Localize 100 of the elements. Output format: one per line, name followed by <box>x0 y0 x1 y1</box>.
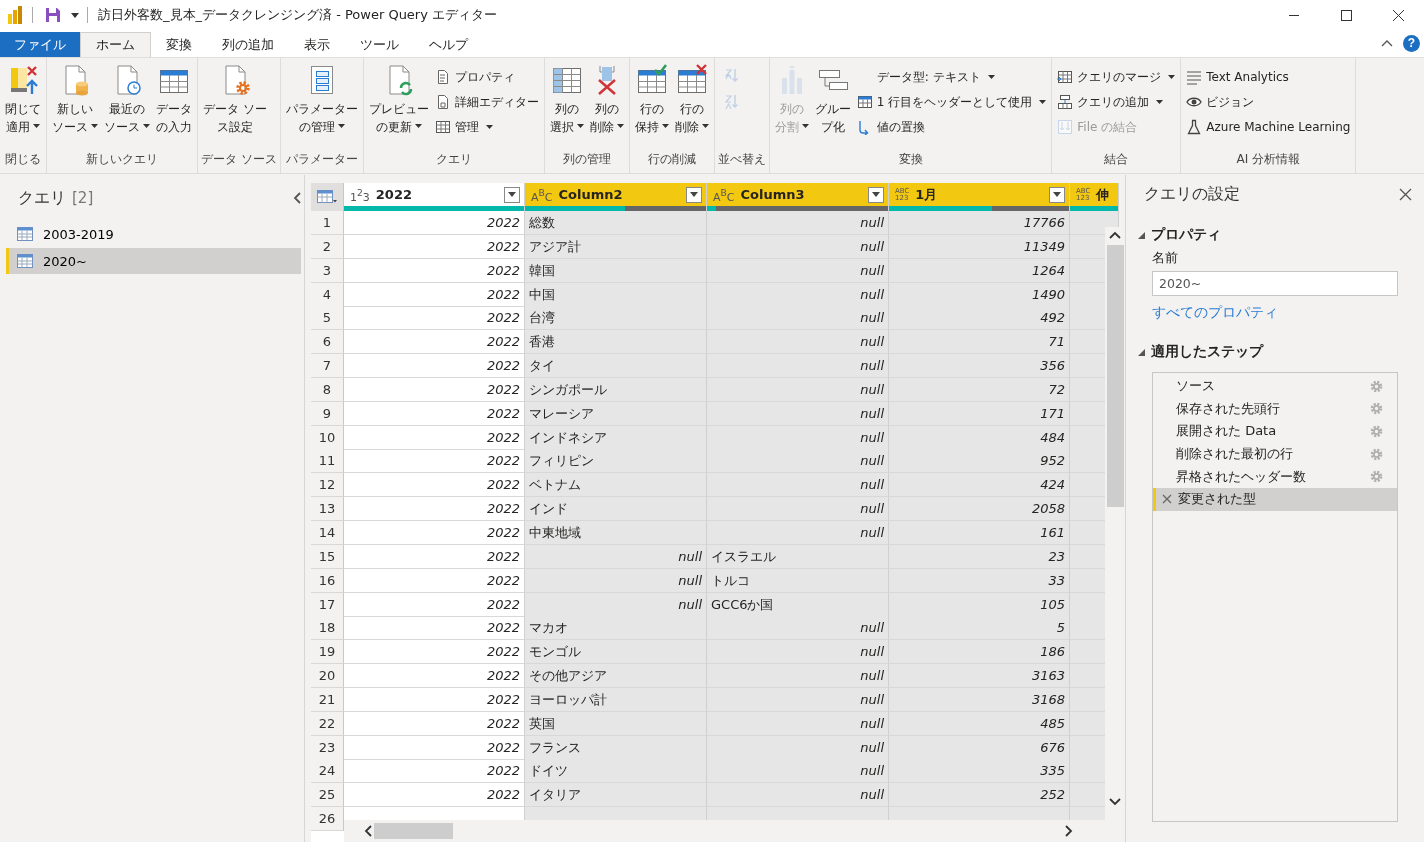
table-cell: 台湾 <box>525 306 707 331</box>
scroll-right-icon[interactable] <box>1065 825 1073 837</box>
filter-button[interactable] <box>686 186 702 203</box>
ribbon-button[interactable]: 詳細エディター <box>432 91 541 113</box>
applied-step[interactable]: 削除された最初の行 <box>1153 442 1397 466</box>
table-icon <box>17 227 33 241</box>
ribbon-button[interactable]: プレビュー の更新 <box>366 62 431 138</box>
table-cell: 485 <box>889 711 1070 736</box>
query-item[interactable]: 2003-2019 <box>6 221 301 247</box>
table-cell: 2058 <box>889 497 1070 522</box>
table-cell: 5 <box>889 616 1070 641</box>
all-properties-link[interactable]: すべてのプロパティ <box>1152 304 1278 322</box>
row-number: 8 <box>311 377 344 402</box>
group-label: 並べ替え <box>717 151 766 168</box>
ribbon-tab[interactable]: ファイル <box>0 32 80 57</box>
scroll-up-icon[interactable] <box>1109 231 1121 239</box>
ribbon-tab[interactable]: 列の追加 <box>207 32 289 57</box>
table-cell: 英国 <box>525 711 707 736</box>
ribbon-button[interactable]: Text Analytics <box>1184 66 1353 88</box>
ribbon-button[interactable]: プロパティ <box>432 66 541 88</box>
group-label: パラメーター <box>284 151 359 168</box>
expanded-triangle-icon[interactable] <box>1138 231 1145 239</box>
row-number: 11 <box>311 449 344 474</box>
remove-rows-table-icon <box>675 64 708 96</box>
ribbon-button[interactable]: 管理 <box>432 116 541 138</box>
ribbon-tab[interactable]: ヘルプ <box>414 32 483 57</box>
save-icon[interactable] <box>45 7 61 23</box>
ribbon-button[interactable]: 列の 選択 <box>547 62 586 138</box>
step-label: 削除された最初の行 <box>1175 445 1294 464</box>
applied-step[interactable]: 保存された先頭行 <box>1153 397 1397 421</box>
column-header[interactable]: 1$^{2}$3 2022 <box>344 183 525 211</box>
applied-step[interactable]: ソース <box>1153 375 1397 398</box>
row-number: 22 <box>311 711 344 736</box>
row-number: 9 <box>311 401 344 426</box>
table-cell: 1264 <box>889 258 1070 283</box>
table-cell: フィリピン <box>525 449 707 474</box>
ribbon-tab[interactable]: ツール <box>345 32 414 57</box>
table-cell: 335 <box>889 759 1070 784</box>
table-cell: 424 <box>889 473 1070 498</box>
ribbon-button[interactable]: データ の入力 <box>154 62 194 138</box>
filter-button[interactable] <box>1049 186 1065 203</box>
collapse-pane-icon[interactable] <box>293 192 301 204</box>
scrollbar-thumb[interactable] <box>374 823 453 839</box>
combine-files-icon <box>1057 119 1074 135</box>
ribbon-button[interactable]: ビジョン <box>1184 91 1353 113</box>
scroll-left-icon[interactable] <box>364 825 372 837</box>
applied-step[interactable]: 展開された Data <box>1153 420 1397 443</box>
table-cell: インド <box>525 497 707 522</box>
ribbon-button[interactable]: 行の 削除 <box>672 62 711 138</box>
group-label: AI 分析情報 <box>1235 151 1302 168</box>
table-cell: 676 <box>889 735 1070 760</box>
ribbon-button[interactable]: 最近の ソース <box>102 62 152 138</box>
group-label: 列の管理 <box>561 151 612 168</box>
filter-button[interactable] <box>504 186 520 203</box>
table-cell: null <box>707 640 889 665</box>
row-number: 2 <box>311 234 344 259</box>
ribbon-button[interactable]: 閉じて 適用 <box>3 62 43 138</box>
row-number: 16 <box>311 568 344 593</box>
ribbon-button[interactable]: 値の置換 <box>854 116 1049 138</box>
scrollbar-thumb[interactable] <box>1106 245 1124 507</box>
delete-icon[interactable] <box>1162 494 1172 505</box>
table-cell: フランス <box>525 735 707 760</box>
table-menu-button[interactable] <box>311 183 344 211</box>
ribbon-tab[interactable]: 表示 <box>289 32 345 57</box>
table-cell: null <box>707 759 889 784</box>
column-header[interactable]: A$^{B}$C Column3 <box>707 183 889 211</box>
ribbon-button[interactable]: クエリのマージ <box>1055 66 1178 88</box>
caret-icon[interactable] <box>71 12 79 18</box>
maximize-icon[interactable] <box>1340 9 1352 21</box>
ribbon-button[interactable]: Azure Machine Learning <box>1184 116 1353 138</box>
ribbon-button[interactable]: クエリの追加 <box>1055 91 1178 113</box>
expanded-triangle-icon[interactable] <box>1138 348 1145 356</box>
table-cell: 72 <box>889 377 1070 402</box>
scroll-down-icon[interactable] <box>1109 798 1121 806</box>
ribbon-button[interactable]: グルー プ化 <box>812 62 853 138</box>
table-cell: null <box>707 330 889 355</box>
query-item[interactable]: 2020~ <box>6 248 301 274</box>
ribbon-button[interactable]: データ型: テキスト <box>854 66 1049 88</box>
close-icon[interactable] <box>1392 9 1404 21</box>
table-cell: 952 <box>889 449 1070 474</box>
ribbon-button[interactable]: 1 行目をヘッダーとして使用 <box>854 91 1049 113</box>
applied-step[interactable]: 変更された型 <box>1153 487 1397 511</box>
filter-button[interactable] <box>868 186 884 203</box>
ribbon-button[interactable]: パラメーター の管理 <box>283 62 360 138</box>
ribbon-button[interactable]: 行の 保持 <box>632 62 671 138</box>
ribbon-button[interactable]: データ ソー ス設定 <box>201 62 269 138</box>
ribbon-button[interactable]: 列の 削除 <box>587 62 626 138</box>
section-title: 適用したステップ <box>1151 343 1263 361</box>
name-field[interactable]: 2020~ <box>1152 271 1398 296</box>
applied-step[interactable]: 昇格されたヘッダー数 <box>1153 465 1397 488</box>
section-title: プロパティ <box>1151 226 1221 244</box>
ribbon-tab[interactable]: ホーム <box>80 32 151 57</box>
close-icon[interactable] <box>1399 187 1412 201</box>
ribbon-tab[interactable]: 変換 <box>151 32 207 57</box>
collapse-ribbon-icon[interactable] <box>1381 40 1393 47</box>
help-button[interactable]: ? <box>1403 35 1420 52</box>
append-table-icon <box>1057 94 1074 110</box>
column-header[interactable]: A$^{B}$C Column2 <box>525 183 707 211</box>
ribbon-button[interactable]: 新しい ソース <box>50 62 100 138</box>
row-number: 4 <box>311 282 344 307</box>
